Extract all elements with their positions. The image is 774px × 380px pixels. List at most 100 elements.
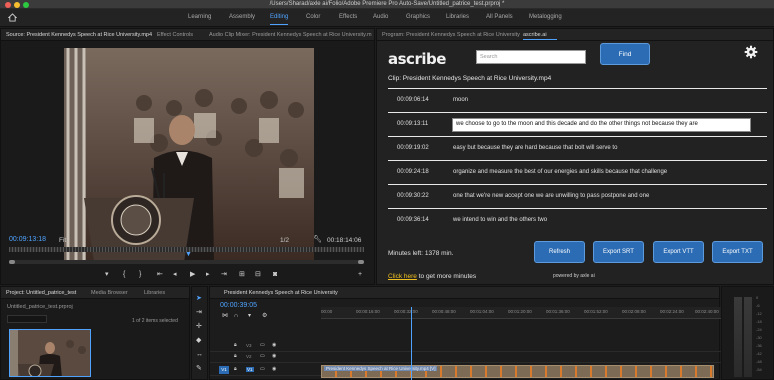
linked-selection-icon[interactable]: ∩: [234, 313, 238, 319]
workspace-all-panels[interactable]: All Panels: [486, 14, 513, 20]
add-marker-icon[interactable]: ▾: [105, 271, 109, 278]
transcript-timecode[interactable]: 00:09:36:14: [397, 217, 429, 223]
transcript-timecode[interactable]: 00:09:06:14: [397, 97, 429, 103]
audio-meter-right: [744, 297, 752, 377]
source-zoom-scrollbar[interactable]: [9, 260, 364, 264]
find-button[interactable]: Find: [600, 43, 650, 65]
track-lane-v3[interactable]: [321, 341, 721, 352]
mark-out-icon[interactable]: }: [139, 271, 141, 278]
tab-ascribe[interactable]: ascribe.ai: [523, 32, 547, 38]
workspace-audio[interactable]: Audio: [373, 14, 388, 20]
transcript-text: organize and measure the best of our ene…: [453, 169, 668, 175]
gear-icon[interactable]: [744, 45, 758, 59]
workspace-effects[interactable]: Effects: [339, 14, 357, 20]
add-marker-icon[interactable]: ▾: [248, 313, 251, 319]
timeline-timecode[interactable]: 00:00:39:05: [220, 302, 257, 309]
timeline-playhead[interactable]: [411, 307, 412, 380]
db-label: -18: [756, 319, 762, 324]
workspace-assembly[interactable]: Assembly: [229, 14, 255, 20]
workspace-graphics[interactable]: Graphics: [406, 14, 430, 20]
workspace-learning[interactable]: Learning: [188, 14, 211, 20]
workspace-editing[interactable]: Editing: [270, 14, 288, 20]
transcript-row[interactable]: 00:09:30:22 one that we're new accept on…: [388, 184, 767, 208]
workspace-libraries[interactable]: Libraries: [446, 14, 469, 20]
razor-tool-icon[interactable]: ◆: [196, 337, 204, 345]
eye-icon[interactable]: ◉: [272, 354, 276, 359]
fit-dropdown[interactable]: Fit: [59, 237, 66, 244]
transcript-timecode[interactable]: 00:09:30:22: [397, 193, 429, 199]
insert-icon[interactable]: ⊞: [239, 271, 245, 278]
tab-program[interactable]: Program: President Kennedys Speech at Ri…: [382, 32, 520, 38]
play-icon[interactable]: ▶: [190, 271, 195, 278]
lock-icon[interactable]: 🔒︎: [234, 367, 237, 372]
export-srt-button[interactable]: Export SRT: [593, 241, 644, 263]
add-button-icon[interactable]: +: [358, 271, 362, 278]
transcript-timecode[interactable]: 00:09:24:18: [397, 169, 429, 175]
scroll-handle-right[interactable]: [358, 260, 364, 264]
sync-icon[interactable]: ▭: [260, 354, 265, 359]
scroll-handle-left[interactable]: [9, 260, 15, 264]
more-minutes-text: to get more minutes: [416, 273, 477, 280]
sync-icon[interactable]: ▭: [260, 343, 265, 348]
source-patch-v1[interactable]: V1: [219, 366, 229, 374]
settings-icon[interactable]: ⚙: [262, 313, 267, 319]
transcript-row[interactable]: 00:09:36:14 we intend to win and the oth…: [388, 208, 767, 231]
pen-tool-icon[interactable]: ✎: [196, 365, 204, 373]
tab-effect-controls[interactable]: Effect Controls: [157, 32, 193, 38]
search-input[interactable]: Search: [476, 50, 586, 64]
overwrite-icon[interactable]: ⊟: [255, 271, 261, 278]
wrench-icon[interactable]: 🔧︎: [313, 236, 322, 243]
slip-tool-icon[interactable]: ↔: [196, 351, 204, 359]
mark-in-icon[interactable]: {: [123, 271, 125, 278]
snap-icon[interactable]: ⋈: [222, 313, 228, 319]
timeline-tabs: President Kennedys Speech at Rice Univer…: [210, 287, 719, 299]
tab-source[interactable]: Source: President Kennedys Speech at Ric…: [6, 32, 152, 38]
timeline-panel: President Kennedys Speech at Rice Univer…: [209, 286, 721, 380]
project-search-input[interactable]: [7, 315, 47, 323]
timeline-ruler[interactable]: 00:00 00:00:16:00 00:00:32:00 00:00:48:0…: [321, 307, 721, 319]
track-select-tool-icon[interactable]: ⇥: [196, 309, 204, 317]
step-back-icon[interactable]: ◂: [173, 271, 177, 278]
tab-timeline-sequence[interactable]: President Kennedys Speech at Rice Univer…: [224, 290, 338, 296]
lock-icon[interactable]: 🔒︎: [234, 343, 237, 348]
camera-icon[interactable]: ◙: [273, 271, 277, 278]
clip-thumbnail[interactable]: [9, 329, 91, 377]
ripple-edit-tool-icon[interactable]: ✛: [196, 323, 204, 331]
tab-project[interactable]: Project: Untitled_patrice_test: [6, 290, 76, 296]
track-lane-v2[interactable]: [321, 352, 721, 363]
eye-icon[interactable]: ◉: [272, 343, 276, 348]
sync-icon[interactable]: ▭: [260, 367, 265, 372]
go-to-out-icon[interactable]: ⇥: [221, 271, 227, 278]
export-vtt-button[interactable]: Export VTT: [653, 241, 704, 263]
track-header-v2[interactable]: V2 🔒︎ ▭ ◉: [210, 352, 321, 363]
export-txt-button[interactable]: Export TXT: [712, 241, 763, 263]
tab-libraries[interactable]: Libraries: [144, 290, 165, 296]
transcript-timecode[interactable]: 00:09:13:11: [397, 121, 428, 127]
track-header-v1[interactable]: V1 V1 🔒︎ ▭ ◉: [210, 365, 321, 376]
transcript-row[interactable]: 00:09:19:02 easy but because they are ha…: [388, 136, 767, 160]
source-video-frame[interactable]: [64, 48, 314, 262]
refresh-button[interactable]: Refresh: [534, 241, 585, 263]
transcript-row-selected[interactable]: 00:09:13:11 we choose to go to the moon …: [388, 112, 767, 136]
playhead-marker-icon[interactable]: ▼: [185, 251, 192, 258]
resolution-dropdown[interactable]: 1/2: [280, 237, 289, 244]
click-here-link[interactable]: Click here: [388, 273, 417, 280]
transcript-row[interactable]: 00:09:24:18 organize and measure the bes…: [388, 160, 767, 184]
workspace-color[interactable]: Color: [306, 14, 320, 20]
track-header-v3[interactable]: V3 🔒︎ ▭ ◉: [210, 341, 321, 352]
source-current-timecode[interactable]: 00:09:13:18: [9, 236, 46, 243]
transcript-row[interactable]: 00:09:06:14 moon: [388, 88, 767, 112]
selection-tool-icon[interactable]: ➤: [196, 295, 204, 303]
lock-icon[interactable]: 🔒︎: [234, 354, 237, 359]
transcript-timecode[interactable]: 00:09:19:02: [397, 145, 429, 151]
go-to-in-icon[interactable]: ⇤: [157, 271, 163, 278]
transcript-text[interactable]: we choose to go to the moon and this dec…: [456, 121, 698, 127]
source-monitor-panel: Source: President Kennedys Speech at Ric…: [0, 28, 375, 285]
home-icon[interactable]: [8, 13, 17, 22]
eye-icon[interactable]: ◉: [272, 367, 276, 372]
tab-media-browser[interactable]: Media Browser: [91, 290, 128, 296]
timeline-clip[interactable]: President Kennedys Speech at Rice Univer…: [321, 365, 714, 378]
tab-audio-clip-mixer[interactable]: Audio Clip Mixer: President Kennedys Spe…: [209, 32, 372, 38]
step-forward-icon[interactable]: ▸: [206, 271, 210, 278]
workspace-metalogging[interactable]: Metalogging: [529, 14, 562, 20]
